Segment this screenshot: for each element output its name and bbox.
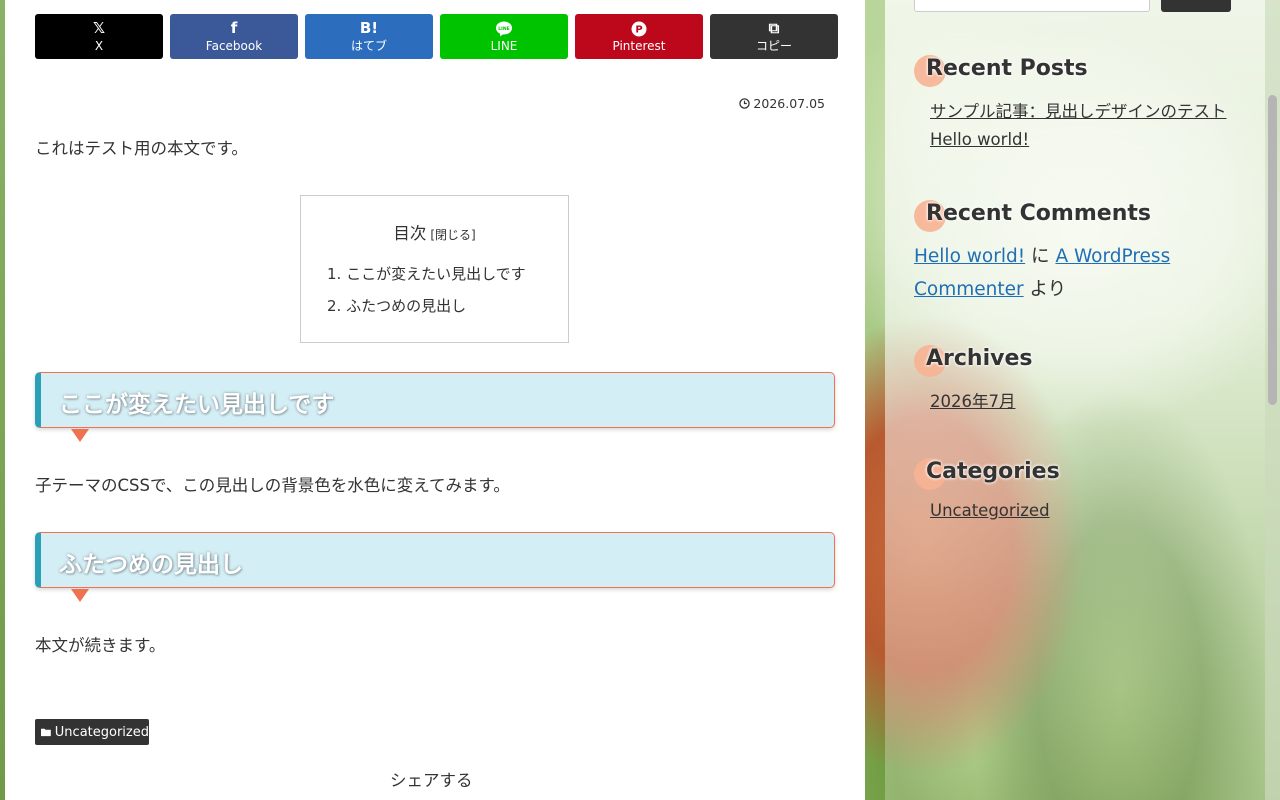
archive-link-1[interactable]: 2026年7月 [930, 388, 1016, 412]
clock-icon [739, 98, 751, 109]
share-copy-label: コピー [755, 39, 792, 53]
recent-comment-line-2: Commenter より [914, 275, 1066, 301]
section-heading-1: ここが変えたい見出しです [35, 372, 835, 442]
toc-toggle-button[interactable]: [閉じる] [430, 228, 475, 242]
table-of-contents: 目次 [閉じる] 1. ここが変えたい見出しです 2. ふたつめの見出し [300, 195, 569, 343]
post-date-text: 2026.07.05 [753, 96, 825, 111]
toc-item-2[interactable]: 2. ふたつめの見出し [327, 290, 568, 322]
comment-author-link-cont[interactable]: Commenter [914, 279, 1024, 300]
recent-post-link-1[interactable]: サンプル記事：見出しデザインのテスト [930, 98, 1227, 122]
facebook-icon: f [230, 19, 238, 37]
recent-post-link-2[interactable]: Hello world! [930, 130, 1029, 149]
hatena-icon: B! [359, 19, 379, 37]
toc-title-text: 目次 [393, 224, 427, 243]
paragraph-2: 本文が続きます。 [35, 636, 166, 655]
category-badge[interactable]: Uncategorized [35, 719, 149, 745]
recent-comments-title: Recent Comments [926, 201, 1151, 226]
category-badge-label: Uncategorized [54, 724, 149, 740]
share-x-label: X [94, 39, 104, 53]
comment-suffix: より [1029, 279, 1067, 300]
comment-post-link[interactable]: Hello world! [914, 246, 1025, 267]
paragraph-1: 子テーマのCSSで、この見出しの背景色を水色に変えてみます。 [35, 476, 510, 495]
comment-author-link[interactable]: A WordPress [1055, 246, 1170, 267]
share-x-button[interactable]: 𝕏 X [35, 14, 163, 59]
svg-text:LINE: LINE [498, 26, 509, 32]
post-date: 2026.07.05 [739, 96, 825, 111]
toc-item-1[interactable]: 1. ここが変えたい見出しです [327, 258, 568, 290]
share-pinterest-button[interactable]: P Pinterest [575, 14, 703, 59]
pinterest-icon: P [631, 20, 647, 37]
copy-icon: ⧉ [768, 19, 780, 37]
share-hatena-button[interactable]: B! はてブ [305, 14, 433, 59]
section-heading-2-text: ふたつめの見出し [59, 552, 243, 578]
toc-title: 目次 [閉じる] [301, 220, 568, 244]
x-icon: 𝕏 [92, 19, 106, 37]
svg-text:P: P [635, 24, 642, 35]
share-facebook-label: Facebook [205, 39, 263, 53]
intro-paragraph: これはテスト用の本文です。 [35, 139, 248, 158]
share-pinterest-label: Pinterest [612, 39, 666, 53]
share-facebook-button[interactable]: f Facebook [170, 14, 298, 59]
share-line-label: LINE [490, 39, 518, 53]
share-buttons-top: 𝕏 X f Facebook B! はてブ LINE LINE P Pinter… [35, 14, 838, 59]
search-button[interactable] [1161, 0, 1231, 12]
scrollbar-thumb[interactable] [1268, 95, 1277, 405]
categories-title: Categories [926, 459, 1060, 484]
toc-list: 1. ここが変えたい見出しです 2. ふたつめの見出し [327, 258, 568, 322]
section-heading-2: ふたつめの見出し [35, 532, 835, 602]
line-icon: LINE [495, 20, 513, 37]
recent-posts-title: Recent Posts [926, 56, 1088, 81]
share-copy-button[interactable]: ⧉ コピー [710, 14, 838, 59]
main-content: 𝕏 X f Facebook B! はてブ LINE LINE P Pinter… [5, 0, 865, 800]
recent-comment-line-1: Hello world! に A WordPress [914, 242, 1170, 268]
folder-icon [41, 728, 51, 737]
search-input[interactable] [914, 0, 1150, 12]
archives-title: Archives [926, 346, 1033, 371]
share-line-button[interactable]: LINE LINE [440, 14, 568, 59]
category-link-1[interactable]: Uncategorized [930, 501, 1050, 520]
share-hatena-label: はてブ [350, 39, 387, 53]
share-section-label: シェアする [390, 771, 473, 790]
section-heading-1-text: ここが変えたい見出しです [59, 392, 335, 418]
comment-connector: に [1031, 246, 1050, 267]
